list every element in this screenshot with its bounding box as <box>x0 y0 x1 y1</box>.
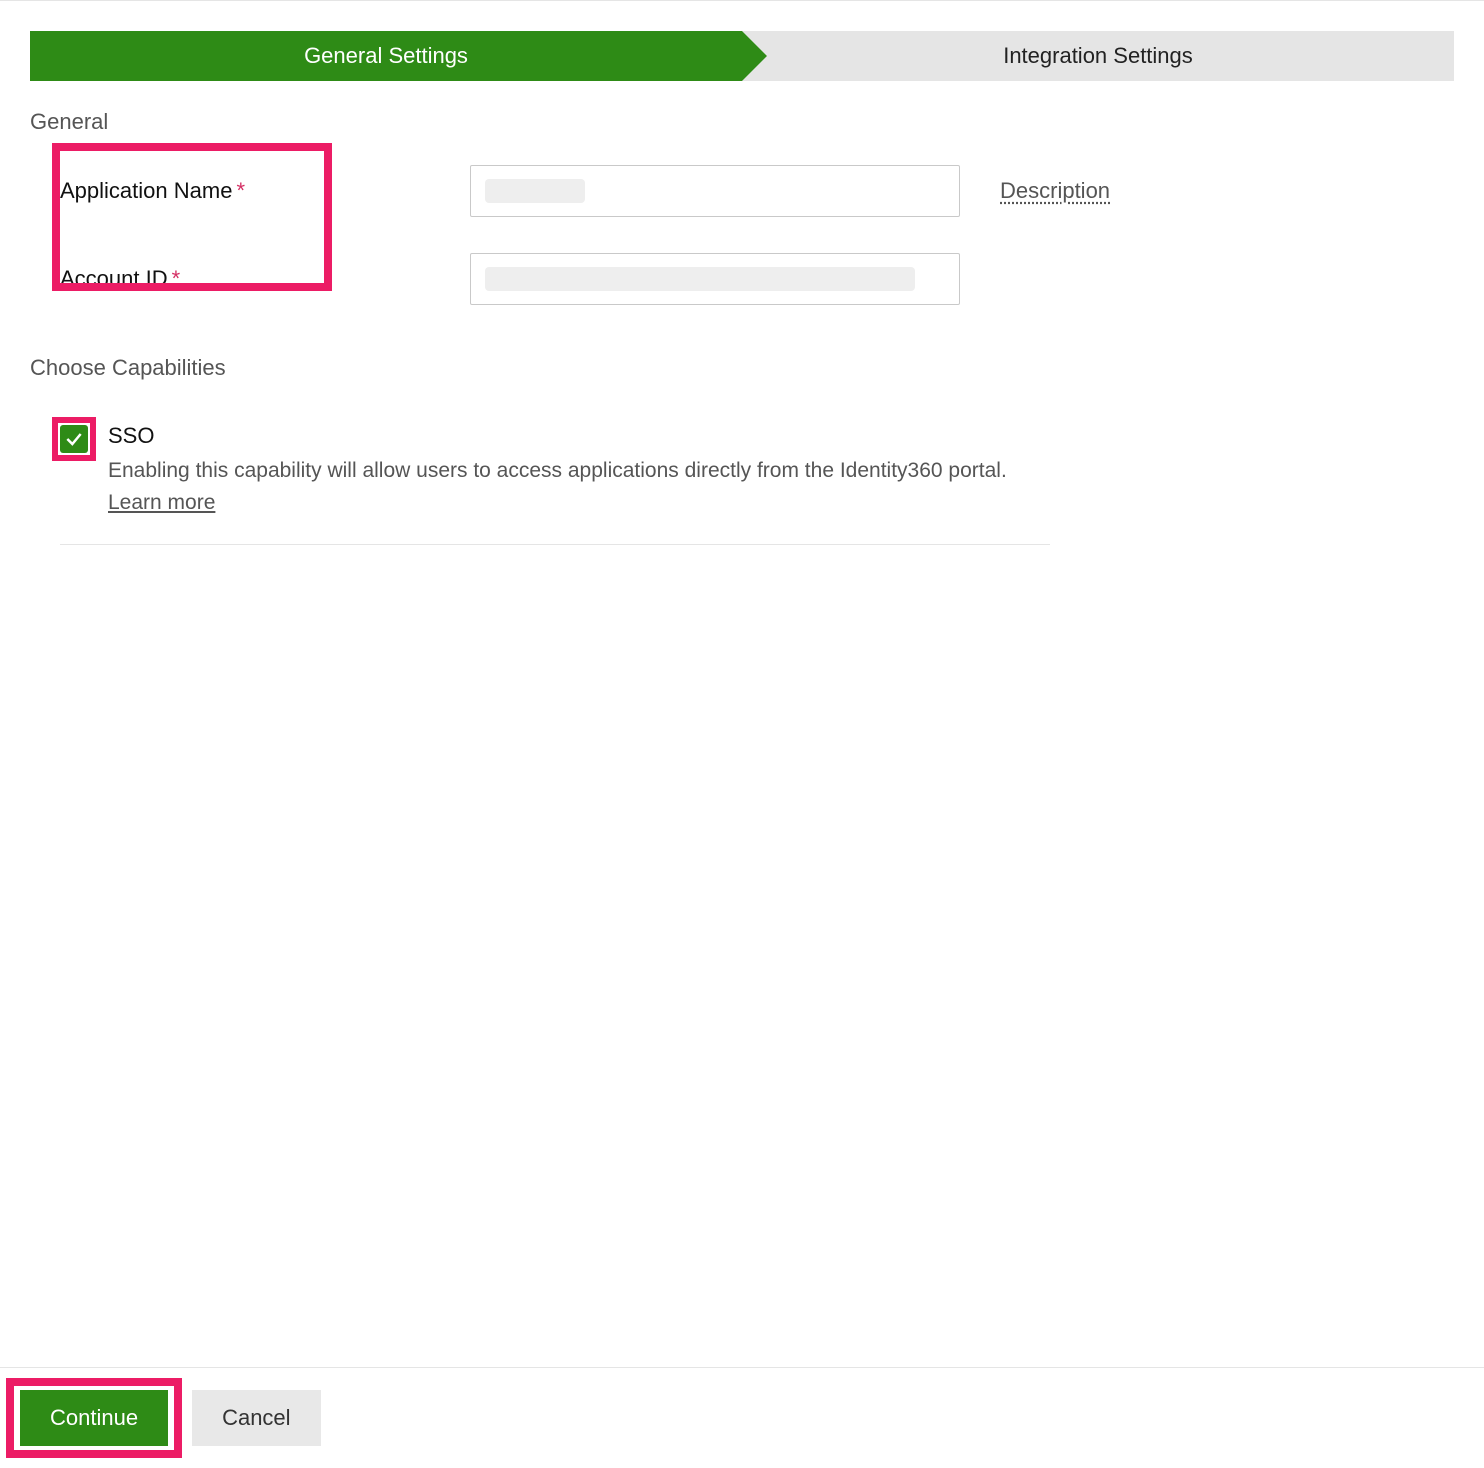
description-link[interactable]: Description <box>1000 178 1110 203</box>
capability-sso-description: Enabling this capability will allow user… <box>108 455 1050 518</box>
required-indicator-icon: * <box>236 178 245 204</box>
step-integration-settings[interactable]: Integration Settings <box>742 31 1454 81</box>
application-name-field-wrap <box>470 165 960 217</box>
wizard-steps: General Settings Integration Settings <box>30 31 1454 81</box>
checkmark-icon <box>64 429 84 449</box>
capability-sso-desc-text: Enabling this capability will allow user… <box>108 459 1007 482</box>
label-text: Account ID <box>60 266 168 292</box>
capability-sso-checkbox-wrap <box>60 425 88 453</box>
section-heading-capabilities: Choose Capabilities <box>30 355 1454 381</box>
learn-more-link[interactable]: Learn more <box>108 491 215 514</box>
step-label: General Settings <box>304 43 468 69</box>
continue-button[interactable]: Continue <box>20 1390 168 1446</box>
section-heading-general: General <box>30 109 1454 135</box>
capability-sso-checkbox[interactable] <box>60 425 88 453</box>
footer-bar: Continue Cancel <box>0 1367 1484 1468</box>
capability-sso-row: SSO Enabling this capability will allow … <box>60 411 1050 545</box>
account-id-label: Account ID * <box>60 266 430 292</box>
label-text: Application Name <box>60 178 232 204</box>
account-id-field-wrap <box>470 253 960 305</box>
application-name-label: Application Name * <box>60 178 430 204</box>
step-label: Integration Settings <box>1003 43 1193 69</box>
redacted-value <box>485 267 915 291</box>
general-form: Application Name * Description Account I… <box>60 165 1454 305</box>
cancel-button[interactable]: Cancel <box>192 1390 320 1446</box>
account-id-input[interactable] <box>470 253 960 305</box>
required-indicator-icon: * <box>172 266 181 292</box>
step-general-settings[interactable]: General Settings <box>30 31 742 81</box>
redacted-value <box>485 179 585 203</box>
application-name-input[interactable] <box>470 165 960 217</box>
capability-sso-title: SSO <box>108 423 1050 449</box>
